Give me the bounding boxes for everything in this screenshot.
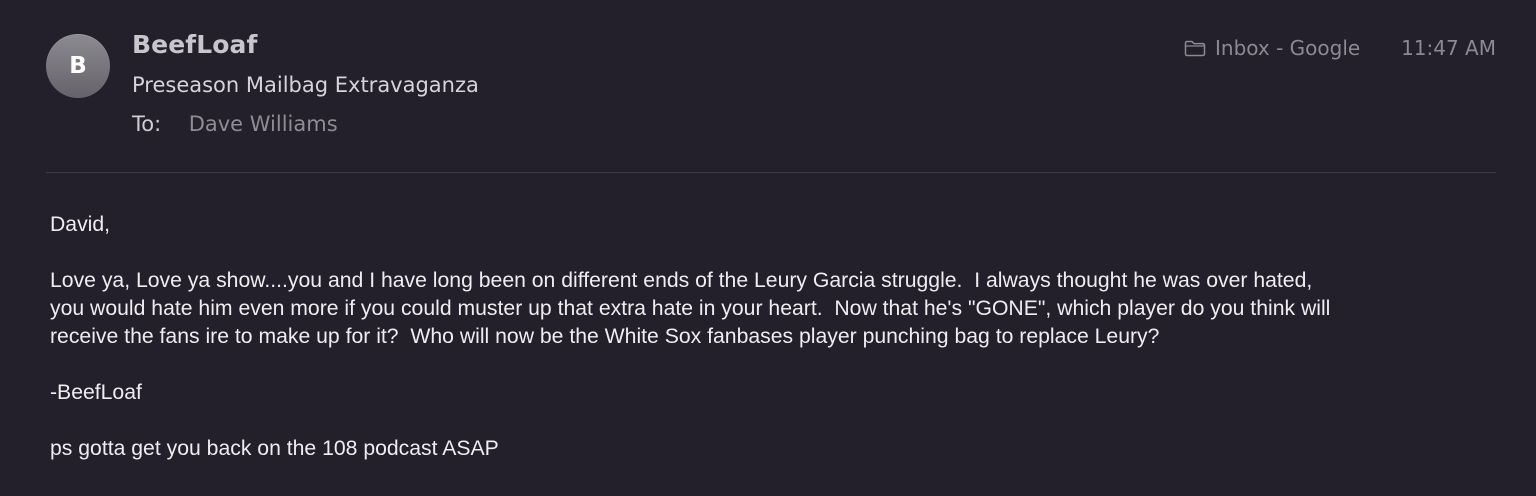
- sender-name[interactable]: BeefLoaf: [132, 30, 258, 59]
- message-time: 11:47 AM: [1401, 36, 1496, 60]
- postscript: ps gotta get you back on the 108 podcast…: [50, 437, 499, 460]
- header-divider: [46, 172, 1496, 173]
- signature: -BeefLoaf: [50, 381, 142, 404]
- recipient-row: To: Dave Williams: [132, 112, 338, 136]
- folder-icon: [1184, 40, 1206, 56]
- sender-avatar[interactable]: B: [46, 34, 110, 98]
- mailbox-name: Inbox - Google: [1215, 36, 1361, 60]
- message-header: B BeefLoaf Preseason Mailbag Extravaganz…: [0, 0, 1536, 174]
- to-label: To:: [132, 112, 162, 136]
- body-line: receive the fans ire to make up for it? …: [50, 325, 1160, 348]
- body-line: Love ya, Love ya show....you and I have …: [50, 269, 1313, 292]
- greeting: David,: [50, 213, 111, 236]
- mailbox-location[interactable]: Inbox - Google: [1184, 36, 1360, 60]
- message-subject: Preseason Mailbag Extravaganza: [132, 73, 479, 97]
- body-line: you would hate him even more if you coul…: [50, 297, 1331, 320]
- message-body: David, Love ya, Love ya show....you and …: [50, 211, 1520, 463]
- recipient-name[interactable]: Dave Williams: [189, 112, 338, 136]
